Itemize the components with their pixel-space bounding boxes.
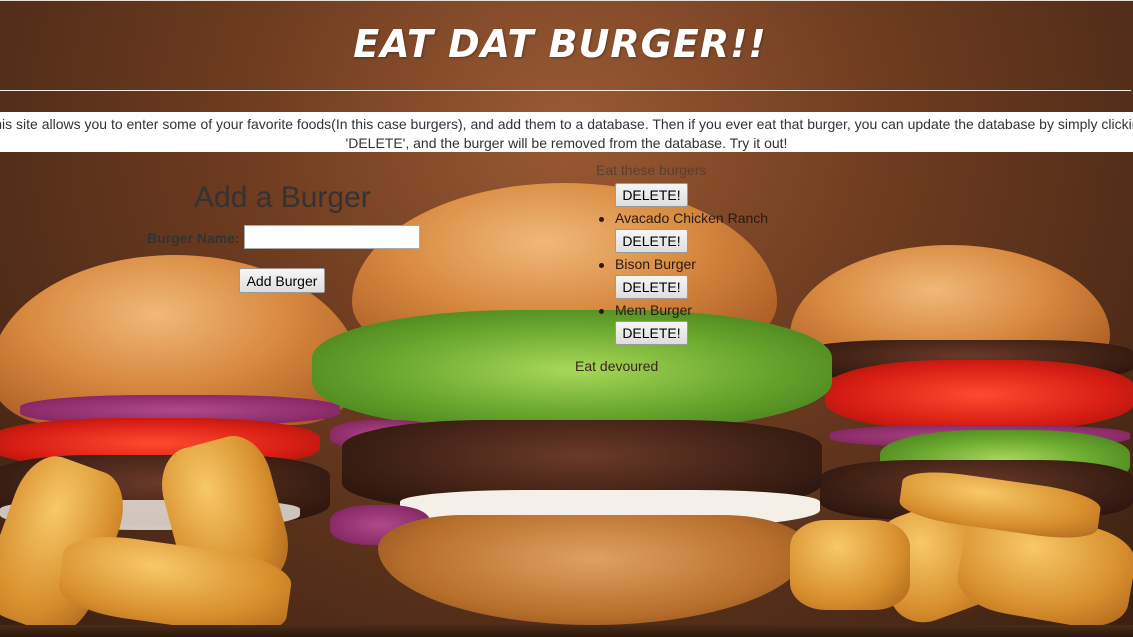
burger-name-input[interactable] — [244, 225, 420, 249]
delete-button[interactable]: DELETE! — [615, 275, 688, 299]
site-title: EAT DAT BURGER!! — [353, 22, 767, 66]
list-item: Mem Burger — [599, 302, 692, 318]
devoured-heading: Eat devoured — [575, 358, 659, 374]
header-bottom-divider — [0, 90, 1131, 91]
background-burger-photo — [0, 0, 1133, 637]
site-description: This site allows you to enter some of yo… — [0, 112, 1133, 152]
list-item: Bison Burger — [599, 256, 696, 272]
bullet-icon — [599, 262, 604, 268]
burger-name: Mem Burger — [615, 302, 693, 318]
burger-name-label: Burger Name: — [147, 230, 240, 246]
delete-button[interactable]: DELETE! — [615, 183, 688, 207]
burger-name: Bison Burger — [615, 256, 696, 272]
bullet-icon — [599, 308, 604, 314]
description-text: This site allows you to enter some of yo… — [0, 116, 1133, 151]
delete-button[interactable]: DELETE! — [615, 321, 688, 345]
add-burger-button[interactable]: Add Burger — [239, 268, 325, 293]
form-title: Add a Burger — [194, 181, 371, 214]
bullet-icon — [599, 216, 604, 222]
burger-name: Avacado Chicken Ranch — [615, 210, 769, 226]
list-item: Avacado Chicken Ranch — [599, 210, 768, 226]
burger-list-heading: Eat these burgers — [596, 162, 707, 178]
delete-button[interactable]: DELETE! — [615, 229, 688, 253]
site-header: EAT DAT BURGER!! — [0, 0, 1133, 93]
header-top-divider — [0, 0, 1133, 1]
